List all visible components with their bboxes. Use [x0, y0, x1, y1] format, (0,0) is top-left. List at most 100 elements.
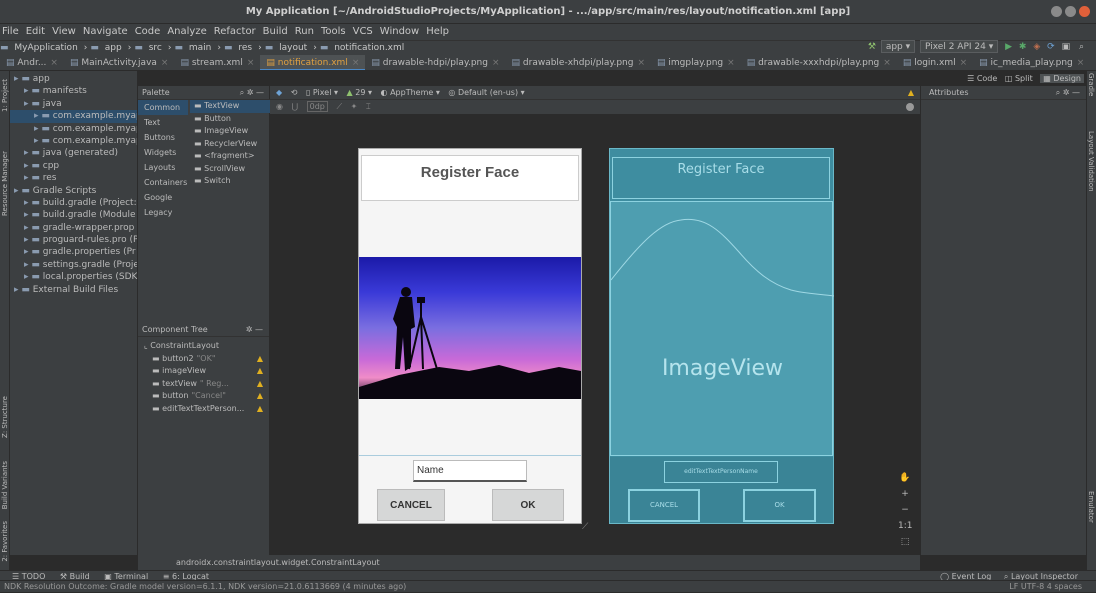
avd-icon[interactable]: ▣	[1062, 42, 1071, 52]
palette-category[interactable]: Widgets	[138, 145, 188, 160]
name-input[interactable]: Name	[413, 460, 527, 482]
blueprint-imageview[interactable]: ImageView	[610, 201, 834, 456]
menu-run[interactable]: Run	[295, 26, 314, 37]
nav-crumb[interactable]: ▬ src	[134, 43, 165, 53]
close-tab-icon[interactable]: ×	[637, 58, 645, 68]
project-tree-item[interactable]: ▸ ▬ settings.gradle (Proje	[10, 259, 137, 271]
menu-analyze[interactable]: Analyze	[167, 26, 206, 37]
close-tab-icon[interactable]: ×	[247, 58, 255, 68]
project-tree-item[interactable]: ▸ ▬ com.example.myap	[10, 123, 137, 135]
api-dropdown[interactable]: ▲ 29 ▾	[347, 88, 372, 97]
gear-icon[interactable]: ✲	[1063, 88, 1070, 97]
component-tree-item[interactable]: ▬ editTextTextPerson... ▲	[138, 403, 269, 416]
resource-manager-tab[interactable]: Resource Manager	[1, 151, 9, 216]
eye-icon[interactable]: ◉	[276, 102, 283, 111]
project-tree-item[interactable]: ▸ ▬ gradle-wrapper.prop	[10, 222, 137, 234]
layout-validation-tab[interactable]: Layout Validation	[1087, 131, 1095, 192]
warning-icon[interactable]: ▲	[257, 378, 263, 391]
close-tab-icon[interactable]: ×	[1077, 58, 1085, 68]
editor-tab[interactable]: ▤ MainActivity.java ×	[64, 55, 175, 70]
menu-vcs[interactable]: VCS	[353, 26, 373, 37]
pan-icon[interactable]: ✋	[898, 470, 912, 486]
minimize-icon[interactable]: —	[255, 325, 263, 334]
blueprint-ok-button[interactable]: OK	[743, 489, 816, 522]
palette-category[interactable]: Legacy	[138, 205, 188, 220]
layout-breadcrumb[interactable]: androidx.constraintlayout.widget.Constra…	[138, 555, 920, 570]
warning-icon[interactable]: ▲	[257, 390, 263, 403]
gear-icon[interactable]: ✲	[246, 325, 253, 334]
gradle-tab[interactable]: Gradle	[1087, 73, 1095, 96]
project-tree-item[interactable]: ▸ ▬ gradle.properties (Pr	[10, 246, 137, 258]
nav-crumb[interactable]: ▬ res	[224, 43, 255, 53]
menu-code[interactable]: Code	[135, 26, 161, 37]
editor-tab[interactable]: ▤ stream.xml ×	[174, 55, 260, 70]
palette-item[interactable]: ▬ ImageView	[190, 125, 270, 138]
menu-refactor[interactable]: Refactor	[214, 26, 256, 37]
design-mode-button[interactable]: ▦ Design	[1040, 74, 1084, 83]
photo-imageview[interactable]	[359, 257, 581, 399]
project-tree-item[interactable]: ▸ ▬ app	[10, 73, 137, 85]
info-icon[interactable]	[906, 103, 914, 111]
warning-icon[interactable]: ▲	[257, 403, 263, 416]
close-tab-icon[interactable]: ×	[727, 58, 735, 68]
zoom-out-icon[interactable]: −	[898, 502, 912, 518]
close-tab-icon[interactable]: ×	[161, 58, 169, 68]
project-tool-tab[interactable]: 1: Project	[1, 79, 9, 112]
warning-icon[interactable]: ▲	[257, 353, 263, 366]
project-tree-item[interactable]: ▸ ▬ External Build Files	[10, 284, 137, 296]
project-tree-item[interactable]: ▸ ▬ Gradle Scripts	[10, 185, 137, 197]
close-tab-icon[interactable]: ×	[352, 58, 360, 68]
project-tree-item[interactable]: ▸ ▬ build.gradle (Project:	[10, 197, 137, 209]
orientation-icon[interactable]: ⟲	[291, 88, 298, 97]
editor-tab[interactable]: ▤ login.xml ×	[897, 55, 973, 70]
zoom-in-icon[interactable]: +	[898, 486, 912, 502]
project-tree-item[interactable]: ▸ ▬ res	[10, 172, 137, 184]
close-button[interactable]	[1079, 6, 1090, 17]
palette-item[interactable]: ▬ Switch	[190, 175, 270, 188]
palette-category[interactable]: Text	[138, 115, 188, 130]
palette-category[interactable]: Layouts	[138, 160, 188, 175]
device-select[interactable]: Pixel 2 API 24 ▾	[920, 40, 999, 53]
run-icon[interactable]: ▶	[1005, 42, 1012, 52]
title-textview[interactable]: Register Face	[361, 155, 579, 201]
emulator-tab[interactable]: Emulator	[1087, 491, 1095, 523]
project-tree-item[interactable]: ▸ ▬ java (generated)	[10, 147, 137, 159]
warning-icon[interactable]: ▲	[257, 365, 263, 378]
menu-view[interactable]: View	[52, 26, 76, 37]
constraint-layout-node[interactable]: ⌞ ConstraintLayout	[138, 340, 269, 353]
palette-item[interactable]: ▬ TextView	[190, 100, 270, 113]
project-tree-item[interactable]: ▸ ▬ cpp	[10, 160, 137, 172]
component-tree-item[interactable]: ▬ button2 "OK" ▲	[138, 353, 269, 366]
palette-category[interactable]: Google	[138, 190, 188, 205]
project-tree-item[interactable]: ▸ ▬ java	[10, 98, 137, 110]
guidelines-icon[interactable]: ⌶	[366, 102, 371, 111]
blueprint-title-textview[interactable]: Register Face	[612, 157, 830, 199]
status-right-info[interactable]: LF UTF-8 4 spaces	[1009, 581, 1082, 593]
component-tree-item[interactable]: ▬ imageView ▲	[138, 365, 269, 378]
nav-crumb[interactable]: ▬ layout	[265, 43, 310, 53]
palette-item[interactable]: ▬ RecyclerView	[190, 138, 270, 151]
menu-build[interactable]: Build	[263, 26, 288, 37]
menu-tools[interactable]: Tools	[321, 26, 346, 37]
locale-dropdown[interactable]: ◎ Default (en-us) ▾	[448, 88, 524, 97]
search-icon[interactable]: ⌕	[1079, 42, 1084, 52]
project-tree-item[interactable]: ▸ ▬ com.example.myap	[10, 110, 137, 123]
magnet-icon[interactable]: ⋃	[292, 102, 299, 111]
component-tree-item[interactable]: ▬ textView " Reg... ▲	[138, 378, 269, 391]
menu-file[interactable]: File	[2, 26, 19, 37]
project-tree-item[interactable]: ▸ ▬ local.properties (SDK	[10, 271, 137, 283]
layers-icon[interactable]: ◆	[276, 88, 282, 97]
close-tab-icon[interactable]: ×	[960, 58, 968, 68]
palette-category[interactable]: Buttons	[138, 130, 188, 145]
project-tree-item[interactable]: ▸ ▬ proguard-rules.pro (P	[10, 234, 137, 246]
component-tree-item[interactable]: ▬ button "Cancel" ▲	[138, 390, 269, 403]
editor-tab[interactable]: ▤ drawable-hdpi/play.png ×	[365, 55, 505, 70]
editor-tab[interactable]: ▤ drawable-xhdpi/play.png ×	[506, 55, 651, 70]
palette-item[interactable]: ▬ ScrollView	[190, 163, 270, 176]
build-variants-tab[interactable]: Build Variants	[1, 461, 9, 509]
minimize-icon[interactable]: —	[256, 88, 264, 97]
menu-window[interactable]: Window	[380, 26, 419, 37]
ok-button[interactable]: OK	[492, 489, 564, 521]
editor-tab[interactable]: ▤ notification.xml ×	[260, 55, 366, 70]
favorites-tab[interactable]: 2: Favorites	[1, 521, 9, 562]
